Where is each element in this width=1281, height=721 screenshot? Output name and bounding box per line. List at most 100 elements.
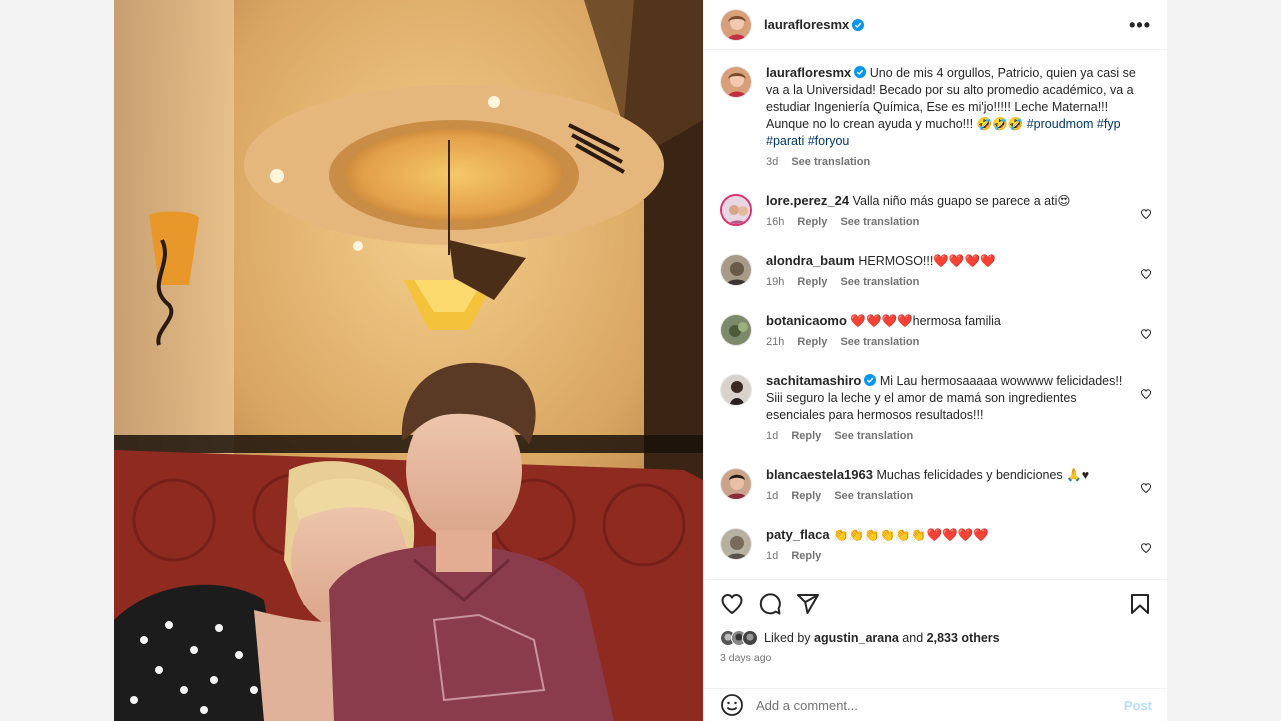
comment-meta: 1d Reply See translation	[766, 428, 1128, 445]
comment-meta: 1d Reply	[766, 548, 1128, 565]
caption-time[interactable]: 3d	[766, 156, 778, 168]
like-comment-heart-icon[interactable]	[1140, 208, 1152, 220]
post-panel: laurafloresmx ••• laurafloresmx Uno de m…	[703, 0, 1168, 721]
comment-username[interactable]: alondra_baum	[766, 253, 855, 268]
post-date[interactable]: 3 days ago	[720, 652, 1152, 664]
commenter-avatar[interactable]	[720, 528, 752, 560]
comment-text: ❤️❤️❤️❤️hermosa familia	[850, 314, 1001, 328]
liker-avatar	[742, 630, 758, 646]
liked-by-avatars	[720, 630, 758, 646]
reply-button[interactable]: Reply	[791, 430, 821, 442]
see-translation-link[interactable]: See translation	[840, 336, 919, 348]
comment-body: paty_flaca 👏👏👏👏👏👏❤️❤️❤️❤️ 1d Reply	[766, 526, 1152, 565]
commenter-avatar[interactable]	[720, 374, 752, 406]
liked-by-user[interactable]: agustin_arana	[814, 631, 899, 645]
comment-text-block: alondra_baum HERMOSO!!!❤️❤️❤️❤️	[766, 252, 1128, 270]
emoji-smiley-icon[interactable]	[720, 693, 744, 717]
reply-button[interactable]: Reply	[797, 216, 827, 228]
comment-body: blancaestela1963 Muchas felicidades y be…	[766, 466, 1152, 505]
like-comment-heart-icon[interactable]	[1140, 482, 1152, 494]
comment-body: botanicaomo ❤️❤️❤️❤️hermosa familia 21h …	[766, 312, 1152, 351]
liked-by-joiner: and	[902, 631, 924, 645]
comment-item: blancaestela1963 Muchas felicidades y be…	[720, 466, 1152, 505]
comment-meta: 16h Reply See translation	[766, 214, 1128, 231]
reply-button[interactable]: Reply	[797, 276, 827, 288]
comment-time[interactable]: 19h	[766, 276, 784, 288]
comment-text: Muchas felicidades y bendiciones 🙏♥	[876, 468, 1090, 482]
post-photo-image	[114, 0, 703, 721]
comment-time[interactable]: 21h	[766, 336, 784, 348]
author-avatar[interactable]	[720, 66, 752, 98]
likes-count[interactable]: 2,833 others	[927, 631, 1000, 645]
comment-time[interactable]: 16h	[766, 216, 784, 228]
caption-text-block: laurafloresmx Uno de mis 4 orgullos, Pat…	[766, 64, 1142, 150]
commenter-avatar[interactable]	[720, 314, 752, 346]
comment-text: 👏👏👏👏👏👏❤️❤️❤️❤️	[833, 528, 989, 542]
like-comment-heart-icon[interactable]	[1140, 328, 1152, 340]
add-comment-bar: Post	[704, 688, 1168, 721]
comment-item: sachitamashiro Mi Lau hermosaaaaa wowwww…	[720, 372, 1152, 445]
post-comment-button[interactable]: Post	[1124, 698, 1152, 713]
commenter-avatar[interactable]	[720, 254, 752, 286]
caption: laurafloresmx Uno de mis 4 orgullos, Pat…	[720, 64, 1152, 171]
comment-bubble-icon[interactable]	[758, 592, 782, 616]
post-actions-section: Liked by agustin_arana and 2,833 others …	[704, 579, 1168, 664]
see-translation-link[interactable]: See translation	[834, 490, 913, 502]
comment-text: HERMOSO!!!❤️❤️❤️❤️	[858, 254, 996, 268]
like-comment-heart-icon[interactable]	[1140, 388, 1152, 400]
comment-body: lore.perez_24 Valla niño más guapo se pa…	[766, 192, 1152, 231]
see-translation-link[interactable]: See translation	[840, 216, 919, 228]
comment-meta: 1d Reply See translation	[766, 488, 1128, 505]
like-heart-icon[interactable]	[720, 592, 744, 616]
verified-badge-icon	[864, 374, 877, 386]
reply-button[interactable]: Reply	[791, 550, 821, 562]
comment-body: alondra_baum HERMOSO!!!❤️❤️❤️❤️ 19h Repl…	[766, 252, 1152, 291]
verified-badge-icon	[854, 66, 867, 78]
commenter-avatar[interactable]	[720, 468, 752, 500]
post-header: laurafloresmx •••	[704, 0, 1167, 50]
caption-meta: 3d See translation	[766, 154, 1142, 171]
caption-username[interactable]: laurafloresmx	[766, 65, 851, 80]
comment-item: alondra_baum HERMOSO!!!❤️❤️❤️❤️ 19h Repl…	[720, 252, 1152, 291]
see-translation-link[interactable]: See translation	[840, 276, 919, 288]
commenter-avatar[interactable]	[720, 194, 752, 226]
caption-body: laurafloresmx Uno de mis 4 orgullos, Pat…	[766, 64, 1152, 171]
comments-list[interactable]: laurafloresmx Uno de mis 4 orgullos, Pat…	[704, 51, 1168, 578]
reply-button[interactable]: Reply	[797, 336, 827, 348]
comment-username[interactable]: lore.perez_24	[766, 193, 849, 208]
page-background-left	[0, 0, 114, 721]
share-send-icon[interactable]	[796, 592, 820, 616]
liked-by-prefix: Liked by	[764, 631, 811, 645]
page-background-right	[1167, 0, 1281, 721]
comment-item: botanicaomo ❤️❤️❤️❤️hermosa familia 21h …	[720, 312, 1152, 351]
comment-time[interactable]: 1d	[766, 490, 778, 502]
like-comment-heart-icon[interactable]	[1140, 542, 1152, 554]
comment-meta: 19h Reply See translation	[766, 274, 1128, 291]
likes-summary[interactable]: Liked by agustin_arana and 2,833 others	[720, 630, 1152, 646]
author-username[interactable]: laurafloresmx	[764, 17, 849, 32]
add-comment-input[interactable]	[756, 697, 1124, 713]
author-avatar[interactable]	[720, 8, 752, 41]
comment-username[interactable]: botanicaomo	[766, 313, 847, 328]
comment-time[interactable]: 1d	[766, 430, 778, 442]
comment-time[interactable]: 1d	[766, 550, 778, 562]
comment-text-block: lore.perez_24 Valla niño más guapo se pa…	[766, 192, 1128, 210]
comment-meta: 21h Reply See translation	[766, 334, 1128, 351]
comment-username[interactable]: blancaestela1963	[766, 467, 873, 482]
comment-text-block: sachitamashiro Mi Lau hermosaaaaa wowwww…	[766, 372, 1128, 424]
comment-username[interactable]: paty_flaca	[766, 527, 830, 542]
comment-body: sachitamashiro Mi Lau hermosaaaaa wowwww…	[766, 372, 1152, 445]
see-translation-link[interactable]: See translation	[791, 156, 870, 168]
comment-text: Valla niño más guapo se parece a ati😍	[852, 194, 1071, 208]
reply-button[interactable]: Reply	[791, 490, 821, 502]
comment-text-block: blancaestela1963 Muchas felicidades y be…	[766, 466, 1128, 484]
comment-username[interactable]: sachitamashiro	[766, 373, 861, 388]
save-bookmark-icon[interactable]	[1128, 592, 1152, 616]
verified-badge-icon	[852, 18, 865, 31]
comment-item: lore.perez_24 Valla niño más guapo se pa…	[720, 192, 1152, 231]
post-photo[interactable]	[114, 0, 703, 721]
like-comment-heart-icon[interactable]	[1140, 268, 1152, 280]
author-name-row: laurafloresmx	[764, 17, 1129, 32]
more-options-icon[interactable]: •••	[1129, 16, 1151, 34]
see-translation-link[interactable]: See translation	[834, 430, 913, 442]
